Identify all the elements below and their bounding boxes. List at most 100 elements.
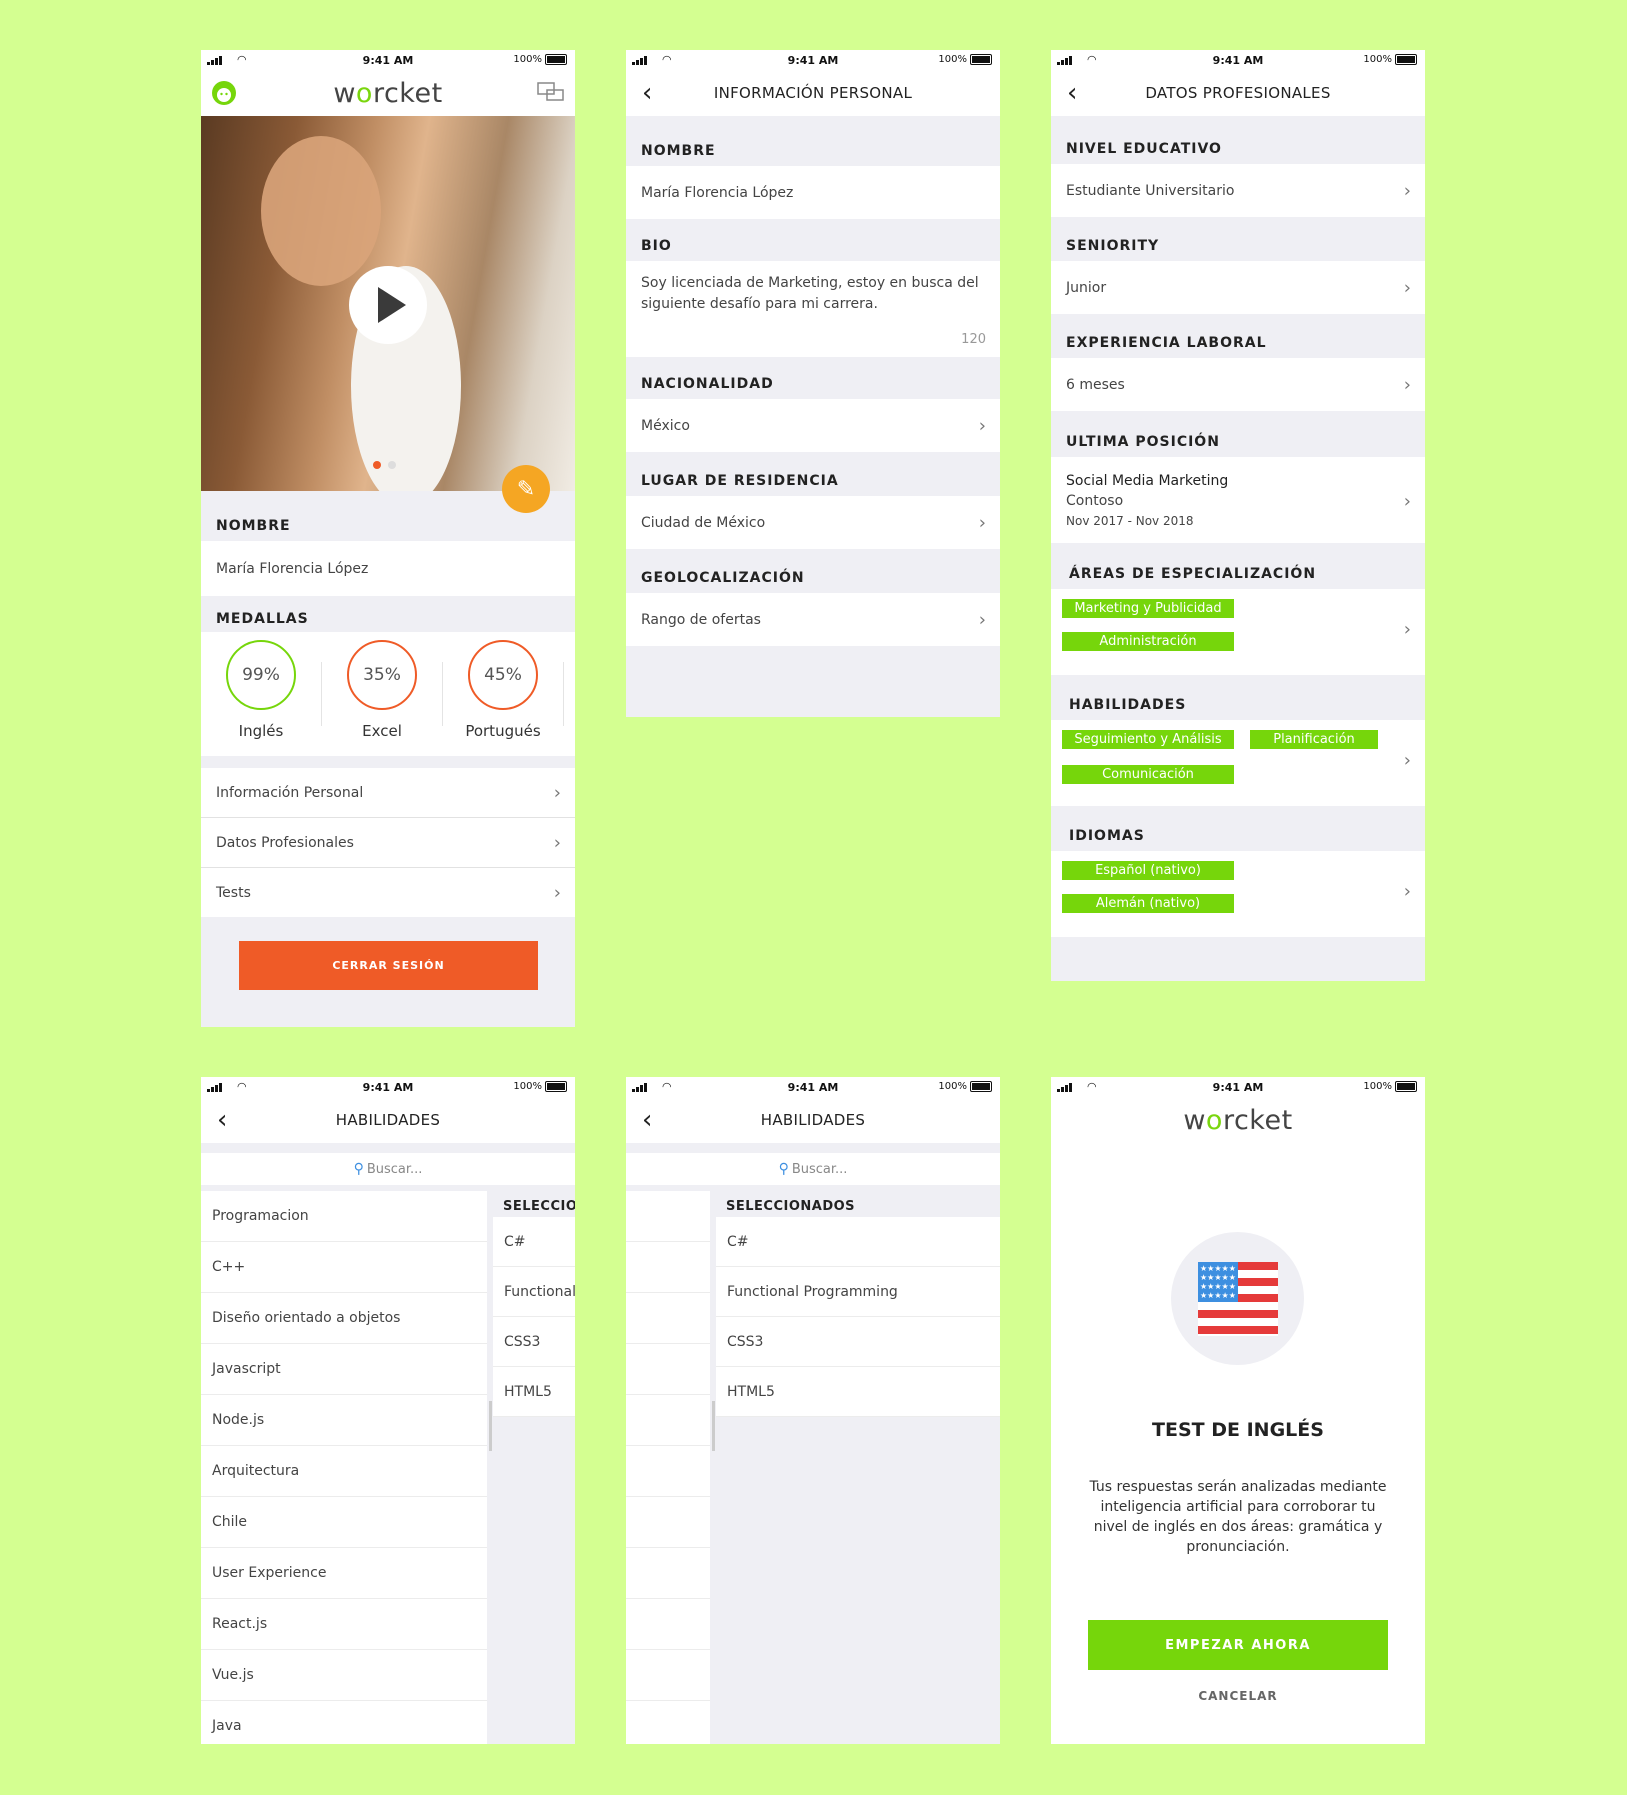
selected-item[interactable]: HTML5 — [493, 1367, 575, 1417]
medallas-label: MEDALLAS — [216, 611, 309, 627]
list-item[interactable]: Javascript — [201, 1344, 487, 1395]
status-bar: ◠ 9:41 AM 100% — [201, 1077, 575, 1097]
residencia-field[interactable]: Ciudad de México › — [626, 496, 1000, 549]
page-title: HABILIDADES — [335, 1111, 441, 1129]
battery-icon — [545, 1081, 567, 1092]
nombre-label: NOMBRE — [641, 143, 716, 159]
seniority-label: SENIORITY — [1066, 238, 1160, 254]
back-arrow-icon[interactable]: ‹ — [642, 80, 652, 106]
personal-info-screen: ◠ 9:41 AM 100% ‹ INFORMACIÓN PERSONAL NO… — [626, 50, 1000, 717]
start-now-button[interactable]: EMPEZAR AHORA — [1088, 1620, 1388, 1670]
search-icon: ⚲ — [353, 1161, 364, 1177]
medal-excel[interactable]: 35% Excel — [322, 632, 442, 756]
habilidades-label: HABILIDADES — [1069, 697, 1187, 713]
selected-item[interactable]: Functional Programming — [493, 1267, 575, 1317]
edit-photo-button[interactable]: ✎ — [502, 465, 550, 513]
medals-row: 99% Inglés 35% Excel 45% Portugués — [201, 632, 575, 756]
search-input[interactable]: ⚲ Buscar... — [626, 1153, 1000, 1185]
battery: 100% — [513, 54, 567, 65]
battery-icon — [1395, 1081, 1417, 1092]
menu-datos-profesionales[interactable]: Datos Profesionales › — [201, 818, 575, 868]
list-item[interactable]: Diseño orientado a objetos — [201, 1293, 487, 1344]
search-input[interactable]: ⚲ Buscar... — [201, 1153, 575, 1185]
list-item[interactable]: User Experience — [201, 1548, 487, 1599]
medal-ingles[interactable]: 99% Inglés — [201, 632, 321, 756]
status-bar: ◠ 9:41 AM 100% — [626, 50, 1000, 70]
idiomas-field[interactable]: Español (nativo) Alemán (nativo) › — [1051, 851, 1425, 937]
selected-item[interactable]: HTML5 — [716, 1367, 1000, 1417]
selected-item[interactable]: Functional Programming — [716, 1267, 1000, 1317]
areas-label: ÁREAS DE ESPECIALIZACIÓN — [1069, 566, 1317, 582]
avatar-icon[interactable] — [211, 80, 237, 106]
battery: 100% — [938, 1081, 992, 1092]
chevron-right-icon: › — [553, 832, 561, 853]
selected-item[interactable]: C# — [716, 1217, 1000, 1267]
battery-icon — [1395, 54, 1417, 65]
tag-area: Marketing y Publicidad — [1062, 599, 1234, 618]
list-item[interactable]: Programacion — [201, 1191, 487, 1242]
medal-portugues[interactable]: 45% Portugués — [443, 632, 563, 756]
logout-button[interactable]: CERRAR SESIÓN — [239, 941, 538, 990]
svg-text:★★★★★: ★★★★★ — [1200, 1264, 1236, 1273]
cancel-button[interactable]: CANCELAR — [1051, 1689, 1425, 1703]
selected-item[interactable]: CSS3 — [716, 1317, 1000, 1367]
geolocalizacion-field[interactable]: Rango de ofertas › — [626, 593, 1000, 646]
bio-char-count: 120 — [961, 332, 986, 347]
page-title: HABILIDADES — [760, 1111, 866, 1129]
status-bar: ◠ 9:41 AM 100% — [626, 1077, 1000, 1097]
play-button[interactable] — [349, 266, 427, 344]
professional-data-screen: ◠ 9:41 AM 100% ‹ DATOS PROFESIONALES NIV… — [1051, 50, 1425, 981]
panel-drag-handle[interactable] — [710, 1191, 716, 1744]
habilidades-field[interactable]: Seguimiento y Análisis Planificación Com… — [1051, 720, 1425, 806]
ultima-posicion-field[interactable]: Social Media Marketing Contoso Nov 2017 … — [1051, 457, 1425, 543]
nivel-educativo-label: NIVEL EDUCATIVO — [1066, 141, 1222, 157]
areas-field[interactable]: Marketing y Publicidad Administración › — [1051, 589, 1425, 675]
list-item[interactable]: Vue.js — [201, 1650, 487, 1701]
nombre-field[interactable]: María Florencia López — [626, 166, 1000, 219]
selected-item[interactable]: C# — [493, 1217, 575, 1267]
skills-list-collapsed[interactable] — [626, 1191, 710, 1744]
battery: 100% — [1363, 1081, 1417, 1092]
chevron-right-icon: › — [1403, 750, 1411, 771]
status-bar: ◠ 9:41 AM 100% — [1051, 1077, 1425, 1097]
back-arrow-icon[interactable]: ‹ — [1067, 80, 1077, 106]
nivel-educativo-field[interactable]: Estudiante Universitario › — [1051, 164, 1425, 217]
nacionalidad-field[interactable]: México › — [626, 399, 1000, 452]
list-item[interactable]: Arquitectura — [201, 1446, 487, 1497]
selected-label: SELECCIONADOS — [726, 1199, 856, 1214]
tag-habilidad: Comunicación — [1062, 765, 1234, 784]
chat-icon[interactable] — [537, 82, 565, 104]
skills-selected-screen: ◠ 9:41 AM 100% ‹ HABILIDADES ⚲ Buscar... … — [626, 1077, 1000, 1744]
list-item[interactable]: React.js — [201, 1599, 487, 1650]
chevron-right-icon: › — [1403, 180, 1411, 201]
selected-item[interactable]: CSS3 — [493, 1317, 575, 1367]
seniority-field[interactable]: Junior › — [1051, 261, 1425, 314]
menu-tests[interactable]: Tests › — [201, 868, 575, 917]
experiencia-field[interactable]: 6 meses › — [1051, 358, 1425, 411]
tag-idioma: Español (nativo) — [1062, 861, 1234, 880]
list-item[interactable]: C++ — [201, 1242, 487, 1293]
play-icon — [378, 287, 406, 323]
menu-informacion-personal[interactable]: Información Personal › — [201, 768, 575, 818]
status-bar: ◠ 9:41 AM 100% — [1051, 50, 1425, 70]
tag-habilidad: Planificación — [1250, 730, 1378, 749]
list-item[interactable]: Chile — [201, 1497, 487, 1548]
tag-idioma: Alemán (nativo) — [1062, 894, 1234, 913]
chevron-right-icon: › — [978, 415, 986, 436]
carousel-dots — [373, 461, 396, 469]
list-item[interactable]: Node.js — [201, 1395, 487, 1446]
bio-field[interactable]: Soy licenciada de Marketing, estoy en bu… — [626, 261, 1000, 357]
test-description: Tus respuestas serán analizadas mediante… — [1089, 1479, 1387, 1555]
list-item[interactable]: Java — [201, 1701, 487, 1744]
back-arrow-icon[interactable]: ‹ — [217, 1107, 227, 1133]
idiomas-label: IDIOMAS — [1069, 828, 1145, 844]
chevron-right-icon: › — [1403, 277, 1411, 298]
profile-screen: ◠ 9:41 AM 100% worcket ✎ NOMBRE María Fl… — [201, 50, 575, 1027]
residencia-label: LUGAR DE RESIDENCIA — [641, 473, 839, 489]
skills-list[interactable]: Programacion C++ Diseño orientado a obje… — [201, 1191, 487, 1744]
back-arrow-icon[interactable]: ‹ — [642, 1107, 652, 1133]
chevron-right-icon: › — [978, 609, 986, 630]
chevron-right-icon: › — [1403, 491, 1411, 512]
panel-drag-handle[interactable] — [487, 1191, 493, 1744]
flag-badge: ★★★★★ ★★★★★ ★★★★★ ★★★★★ — [1171, 1232, 1304, 1365]
